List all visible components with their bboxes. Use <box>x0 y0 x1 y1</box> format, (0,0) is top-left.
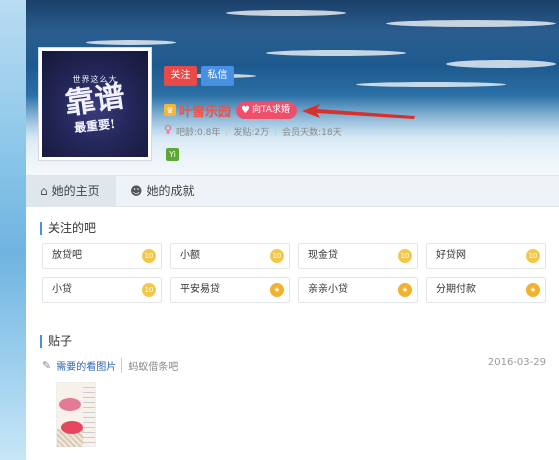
bar-item[interactable]: 小贷 10 <box>42 277 162 303</box>
bar-age: 吧龄:0.8年 <box>176 128 221 138</box>
edit-icon: ✎ <box>42 359 52 372</box>
tab-home[interactable]: ⌂ 她的主页 <box>26 176 116 207</box>
bar-item[interactable]: 放贷吧 10 <box>42 243 162 269</box>
crown-icon: ♛ <box>164 104 176 116</box>
tab-achievements[interactable]: ☻ 她的成就 <box>118 176 195 207</box>
avatar[interactable]: 世界这么大 靠谱 最重要! <box>38 47 152 161</box>
propose-label: 向TA求婚 <box>251 104 290 115</box>
level-badge-icon: 10 <box>526 249 540 263</box>
member-days: 会员天数:18天 <box>282 128 342 138</box>
bar-item[interactable]: 分期付款 ★ <box>426 277 546 303</box>
avatar-text-main: 靠谱 <box>62 78 128 123</box>
post-thumbnail[interactable] <box>56 382 96 447</box>
level-badge-icon: 10 <box>142 249 156 263</box>
post-date: 2016-03-29 <box>487 357 546 368</box>
avatar-text-bottom: 最重要! <box>73 116 117 136</box>
annotation-arrow <box>302 104 415 119</box>
post-count: 发贴:2万 <box>233 128 270 138</box>
bar-name: 平安易贷 <box>180 284 220 295</box>
bar-name: 分期付款 <box>436 284 476 295</box>
tab-home-label: 她的主页 <box>51 184 100 198</box>
star-badge-icon: ★ <box>270 283 284 297</box>
message-button[interactable]: 私信 <box>201 66 234 86</box>
level-badge-icon: 10 <box>398 249 412 263</box>
name-row: ♛ 叶雪乐园 ♥ 向TA求婚 <box>164 100 297 120</box>
post-title-link[interactable]: 需要的看图片 <box>56 358 116 373</box>
main-content: 关注的吧 放贷吧 10 小额 10 现金贷 10 好贷网 10 小贷 10 平安… <box>26 207 559 460</box>
post-row: ✎ 需要的看图片 蚂蚁借条吧 <box>42 358 178 373</box>
member-badge-icon[interactable]: Yi <box>166 148 179 161</box>
posts-title: 贴子 <box>40 335 72 348</box>
female-icon: ♀ <box>164 123 173 136</box>
level-badge-icon: 10 <box>270 249 284 263</box>
home-icon: ⌂ <box>40 184 48 198</box>
star-badge-icon: ★ <box>398 283 412 297</box>
bar-name: 放贷吧 <box>52 250 82 261</box>
post-forum-link[interactable]: 蚂蚁借条吧 <box>121 358 178 373</box>
follow-button[interactable]: 关注 <box>164 66 197 86</box>
username[interactable]: 叶雪乐园 <box>179 101 231 120</box>
bar-item[interactable]: 小额 10 <box>170 243 290 269</box>
bar-item[interactable]: 亲亲小贷 ★ <box>298 277 418 303</box>
background-left <box>0 0 26 460</box>
profile-tabs: ⌂ 她的主页 ☻ 她的成就 <box>26 175 559 207</box>
bar-name: 亲亲小贷 <box>308 284 348 295</box>
bar-name: 小贷 <box>52 284 72 295</box>
tab-achievements-label: 她的成就 <box>146 184 195 198</box>
bar-item[interactable]: 好贷网 10 <box>426 243 546 269</box>
bar-name: 现金贷 <box>308 250 338 261</box>
followed-bars-title: 关注的吧 <box>40 222 96 235</box>
bar-item[interactable]: 平安易贷 ★ <box>170 277 290 303</box>
profile-stats: 吧龄:0.8年 发贴:2万 会员天数:18天 <box>176 125 342 138</box>
bar-item[interactable]: 现金贷 10 <box>298 243 418 269</box>
bar-name: 小额 <box>180 250 200 261</box>
level-badge-icon: 10 <box>142 283 156 297</box>
bar-name: 好贷网 <box>436 250 466 261</box>
heart-icon: ♥ <box>241 104 250 116</box>
propose-button[interactable]: ♥ 向TA求婚 <box>236 101 297 119</box>
user-icon: ☻ <box>130 184 143 198</box>
star-badge-icon: ★ <box>526 283 540 297</box>
